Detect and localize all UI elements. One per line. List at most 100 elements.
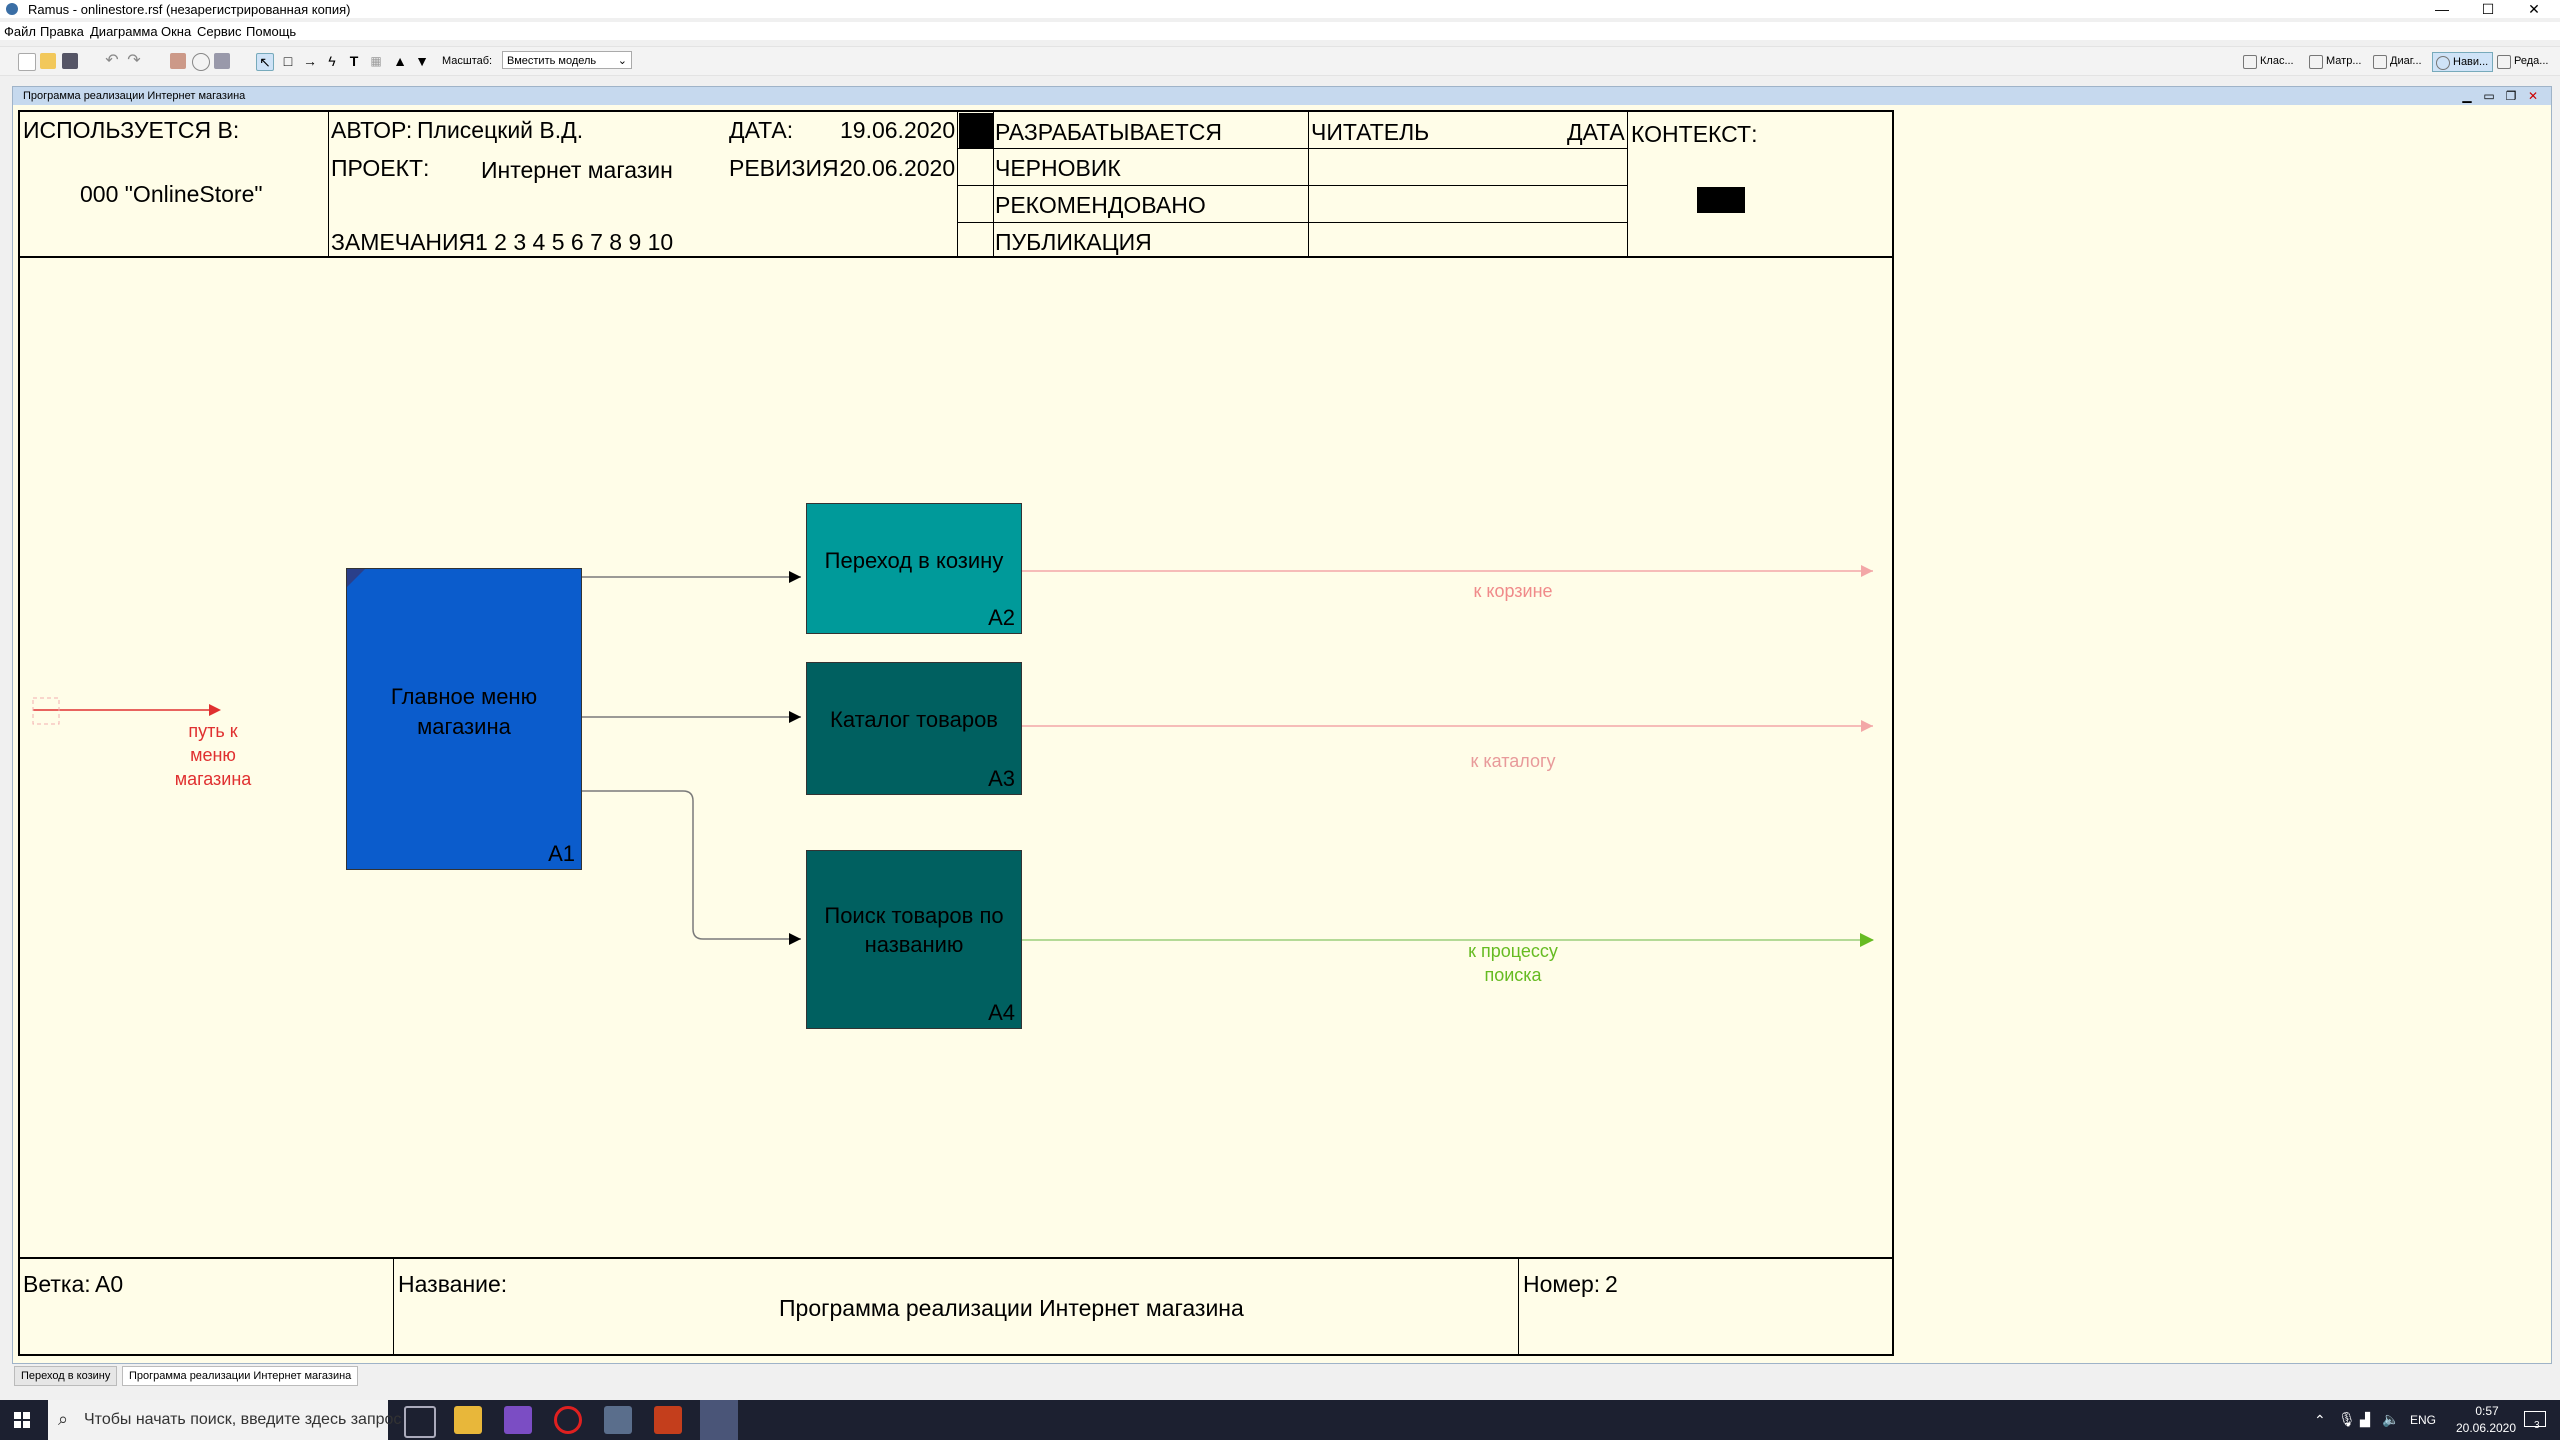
classifier-tool[interactable]: Клас... bbox=[2240, 52, 2298, 70]
menu-help[interactable]: Помощь bbox=[246, 24, 296, 39]
arrow-label-cart[interactable]: к корзине bbox=[1423, 579, 1603, 603]
grid-tool-icon[interactable]: ▦ bbox=[368, 53, 384, 69]
mdi-restore-icon[interactable]: ❐ bbox=[2503, 89, 2519, 103]
zoom-label: Масштаб: bbox=[442, 55, 493, 67]
arrow-tool-icon[interactable]: → bbox=[302, 53, 318, 69]
diagrams-icon bbox=[2373, 55, 2387, 69]
close-button[interactable]: ✕ bbox=[2512, 0, 2556, 18]
text-tool-icon[interactable]: T bbox=[346, 53, 362, 69]
app-icon-5[interactable] bbox=[604, 1406, 632, 1434]
opera-icon[interactable] bbox=[554, 1406, 582, 1434]
diagrams-tool[interactable]: Диаг... bbox=[2370, 52, 2426, 70]
editor-tool[interactable]: Реда... bbox=[2494, 52, 2552, 70]
box-a1-number: А1 bbox=[548, 841, 575, 866]
task-view-icon[interactable] bbox=[404, 1406, 436, 1438]
arrow-label-entry[interactable]: путь к меню магазина bbox=[163, 719, 263, 791]
print-icon[interactable] bbox=[170, 53, 186, 69]
mdi-close-icon[interactable]: ✕ bbox=[2525, 89, 2541, 103]
activity-box-a2[interactable]: Переход в козину А2 bbox=[806, 503, 1022, 634]
box-a3-name: Каталог товаров bbox=[830, 707, 998, 732]
diagram-tabs: Переход в козину Программа реализации Ин… bbox=[12, 1364, 2550, 1388]
number-value: 2 bbox=[1605, 1271, 1618, 1297]
box-a3-number: А3 bbox=[988, 766, 1015, 791]
navigator-label: Нави... bbox=[2453, 56, 2489, 68]
box-a4-name: Поиск товаров по названию bbox=[824, 903, 1004, 957]
visual-studio-icon[interactable] bbox=[504, 1406, 532, 1434]
box-a2-name: Переход в козину bbox=[824, 548, 1004, 573]
activity-box-a3[interactable]: Каталог товаров А3 bbox=[806, 662, 1022, 795]
start-windows-icon[interactable] bbox=[14, 1412, 30, 1428]
editor-icon bbox=[2497, 55, 2511, 69]
microphone-icon[interactable]: 🎙 bbox=[2338, 1411, 2356, 1428]
powerpoint-icon[interactable] bbox=[654, 1406, 682, 1434]
matrix-tool[interactable]: Матр... bbox=[2306, 52, 2366, 70]
go-up-icon[interactable]: ▲ bbox=[392, 53, 408, 69]
window-title: Ramus - onlinestore.rsf (незарегистриров… bbox=[28, 2, 351, 17]
tab-cart[interactable]: Переход в козину bbox=[14, 1366, 118, 1386]
search-placeholder: Чтобы начать поиск, введите здесь запрос bbox=[84, 1411, 402, 1428]
clock-date[interactable]: 20.06.2020 bbox=[2446, 1421, 2526, 1435]
zoom-select[interactable]: Вместить модель ⌄ bbox=[502, 51, 632, 69]
menu-edit[interactable]: Правка bbox=[40, 24, 84, 39]
network-icon[interactable]: ▟ bbox=[2360, 1412, 2370, 1428]
box-tool-icon[interactable]: □ bbox=[280, 53, 296, 69]
search-icon: ⌕ bbox=[58, 1409, 69, 1429]
activity-box-a4[interactable]: Поиск товаров по названию А4 bbox=[806, 850, 1022, 1029]
diagram-canvas[interactable]: ИСПОЛЬЗУЕТСЯ В: 000 "OnlineStore" АВТОР:… bbox=[13, 105, 2551, 1363]
page-setup-icon[interactable] bbox=[214, 53, 230, 69]
diagrams-label: Диаг... bbox=[2390, 55, 2422, 67]
menu-service[interactable]: Сервис bbox=[197, 24, 242, 39]
diagram-window-title-bar: Программа реализации Интернет магазина ▁… bbox=[13, 87, 2551, 105]
navigator-tool[interactable]: Нави... bbox=[2432, 52, 2494, 72]
box-a2-number: А2 bbox=[988, 605, 1015, 630]
open-folder-icon[interactable] bbox=[40, 53, 56, 69]
activity-box-a1[interactable]: Главное меню магазина А1 bbox=[346, 568, 582, 870]
classifier-icon bbox=[2243, 55, 2257, 69]
volume-icon[interactable]: 🔈 bbox=[2382, 1411, 2399, 1428]
classifier-label: Клас... bbox=[2260, 55, 2294, 67]
window-title-bar: Ramus - onlinestore.rsf (незарегистриров… bbox=[0, 0, 2560, 18]
toolbar: ↶ ↷ ↖ □ → ϟ T ▦ ▲ ▼ Масштаб: Вместить мо… bbox=[0, 46, 2560, 76]
diagram-window-title: Программа реализации Интернет магазина bbox=[23, 90, 246, 102]
node-label: Ветка: bbox=[23, 1271, 91, 1297]
undo-icon[interactable]: ↶ bbox=[104, 53, 120, 69]
arrow-to-cart[interactable] bbox=[1022, 565, 1873, 577]
menu-file[interactable]: Файл bbox=[4, 24, 36, 39]
print-preview-icon[interactable] bbox=[192, 53, 210, 71]
ramus-taskbar-icon[interactable] bbox=[700, 1400, 738, 1440]
app-icon bbox=[6, 3, 18, 15]
file-explorer-icon[interactable] bbox=[454, 1406, 482, 1434]
box-corner-marker bbox=[347, 569, 365, 587]
menu-windows[interactable]: Окна bbox=[161, 24, 191, 39]
tray-expand-icon[interactable]: ⌃ bbox=[2314, 1412, 2326, 1429]
menu-diagram[interactable]: Диаграмма bbox=[90, 24, 158, 39]
internal-arrows[interactable] bbox=[582, 576, 801, 940]
chevron-down-icon: ⌄ bbox=[617, 55, 627, 67]
editor-label: Реда... bbox=[2514, 55, 2549, 67]
matrix-icon bbox=[2309, 55, 2323, 69]
new-file-icon[interactable] bbox=[18, 53, 36, 71]
redo-icon[interactable]: ↷ bbox=[126, 53, 142, 69]
squiggle-tool-icon[interactable]: ϟ bbox=[324, 53, 340, 69]
menu-bar: Файл Правка Диаграмма Окна Сервис Помощь bbox=[0, 22, 2560, 40]
mdi-minimize-icon[interactable]: ▁ bbox=[2459, 89, 2475, 103]
pointer-tool-icon[interactable]: ↖ bbox=[256, 53, 274, 71]
node-value: А0 bbox=[95, 1271, 124, 1297]
box-a1-name: Главное меню магазина bbox=[390, 684, 538, 739]
tab-main-diagram[interactable]: Программа реализации Интернет магазина bbox=[122, 1366, 359, 1386]
clock-time[interactable]: 0:57 bbox=[2462, 1404, 2512, 1418]
arrow-label-catalog[interactable]: к каталогу bbox=[1423, 749, 1603, 773]
diagram-window: Программа реализации Интернет магазина ▁… bbox=[12, 86, 2552, 1364]
arrow-to-catalog[interactable] bbox=[1022, 720, 1873, 732]
box-a4-number: А4 bbox=[988, 1000, 1015, 1025]
diagram-title: Программа реализации Интернет магазина bbox=[779, 1295, 1244, 1321]
language-indicator[interactable]: ENG bbox=[2410, 1413, 2436, 1427]
mdi-maximize-icon[interactable]: ▭ bbox=[2481, 89, 2497, 103]
taskbar-search[interactable]: ⌕ Чтобы начать поиск, введите здесь запр… bbox=[48, 1400, 401, 1440]
go-down-icon[interactable]: ▼ bbox=[414, 53, 430, 69]
minimize-button[interactable]: — bbox=[2420, 0, 2464, 18]
arrow-label-search[interactable]: к процессу поиска bbox=[1443, 939, 1583, 987]
number-label: Номер: bbox=[1523, 1271, 1601, 1297]
save-icon[interactable] bbox=[62, 53, 78, 69]
maximize-button[interactable]: ☐ bbox=[2466, 0, 2510, 18]
